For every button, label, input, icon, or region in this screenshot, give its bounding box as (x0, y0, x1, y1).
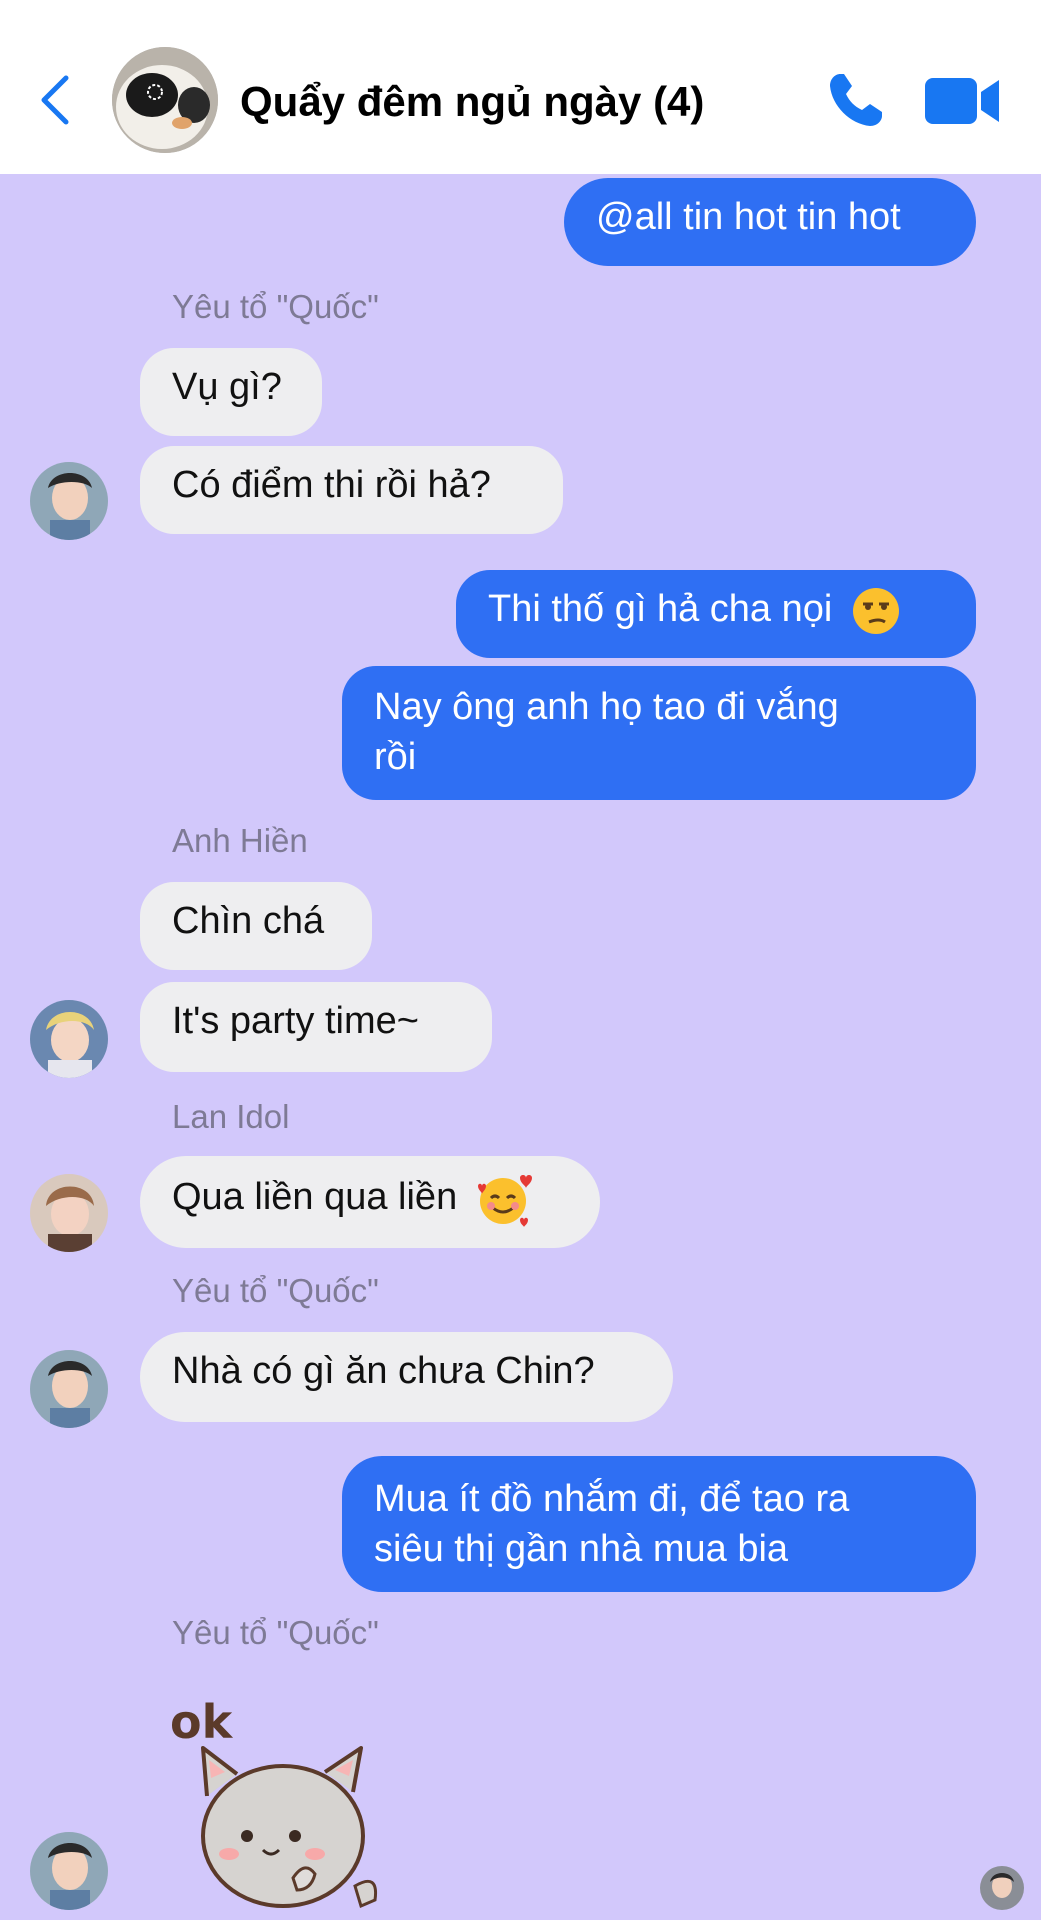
message-incoming[interactable]: Nhà có gì ăn chưa Chin? (140, 1332, 673, 1422)
cat-sticker-icon[interactable]: ok (165, 1686, 385, 1920)
video-camera-icon[interactable] (925, 76, 1001, 126)
avatar[interactable] (30, 1174, 108, 1252)
message-line: Mua ít đồ nhắm đi, để tao ra (374, 1478, 850, 1520)
page-title: Quẩy đêm ngủ ngày (4) (240, 78, 705, 125)
message-outgoing[interactable]: @all tin hot tin hot (564, 178, 976, 266)
sender-name: Yêu tổ "Quốc" (172, 1272, 379, 1309)
smiling-face-with-hearts-icon (477, 1175, 532, 1227)
message-line: Nay ông anh họ tao đi vắng (374, 686, 839, 728)
message-text: Thi thố gì hả cha nọi (488, 588, 833, 630)
seen-receipt-avatar (980, 1866, 1024, 1910)
message-incoming[interactable]: Chìn chá (140, 882, 372, 970)
message-text: Qua liền qua liền (172, 1176, 458, 1219)
sender-name: Anh Hiền (172, 822, 308, 859)
message-outgoing[interactable]: Nay ông anh họ tao đi vắng rồi (342, 666, 976, 800)
avatar[interactable] (30, 1832, 108, 1910)
message-incoming[interactable]: Qua liền qua liền (140, 1156, 600, 1248)
message-outgoing[interactable]: Thi thố gì hả cha nọi (456, 570, 976, 658)
message-line: rồi (374, 736, 417, 778)
avatar[interactable] (30, 1000, 108, 1078)
phone-icon[interactable] (826, 70, 886, 130)
message-outgoing[interactable]: Mua ít đồ nhắm đi, để tao ra siêu thị gầ… (342, 1456, 976, 1592)
avatar[interactable] (30, 462, 108, 540)
message-incoming[interactable]: Vụ gì? (140, 348, 322, 436)
sender-name: Yêu tổ "Quốc" (172, 1614, 379, 1651)
sender-name: Lan Idol (172, 1098, 290, 1135)
chat-header: Quẩy đêm ngủ ngày (4) (0, 0, 1041, 174)
message-incoming[interactable]: It's party time~ (140, 982, 492, 1072)
unamused-face-icon (852, 587, 899, 634)
sender-name: Yêu tổ "Quốc" (172, 288, 379, 325)
message-incoming[interactable]: Có điểm thi rồi hả? (140, 446, 563, 534)
sticker-text: ok (170, 1695, 234, 1749)
avatar[interactable] (30, 1350, 108, 1428)
chevron-left-icon[interactable] (36, 72, 76, 128)
message-line: siêu thị gần nhà mua bia (374, 1528, 789, 1570)
group-avatar[interactable] (112, 47, 218, 153)
